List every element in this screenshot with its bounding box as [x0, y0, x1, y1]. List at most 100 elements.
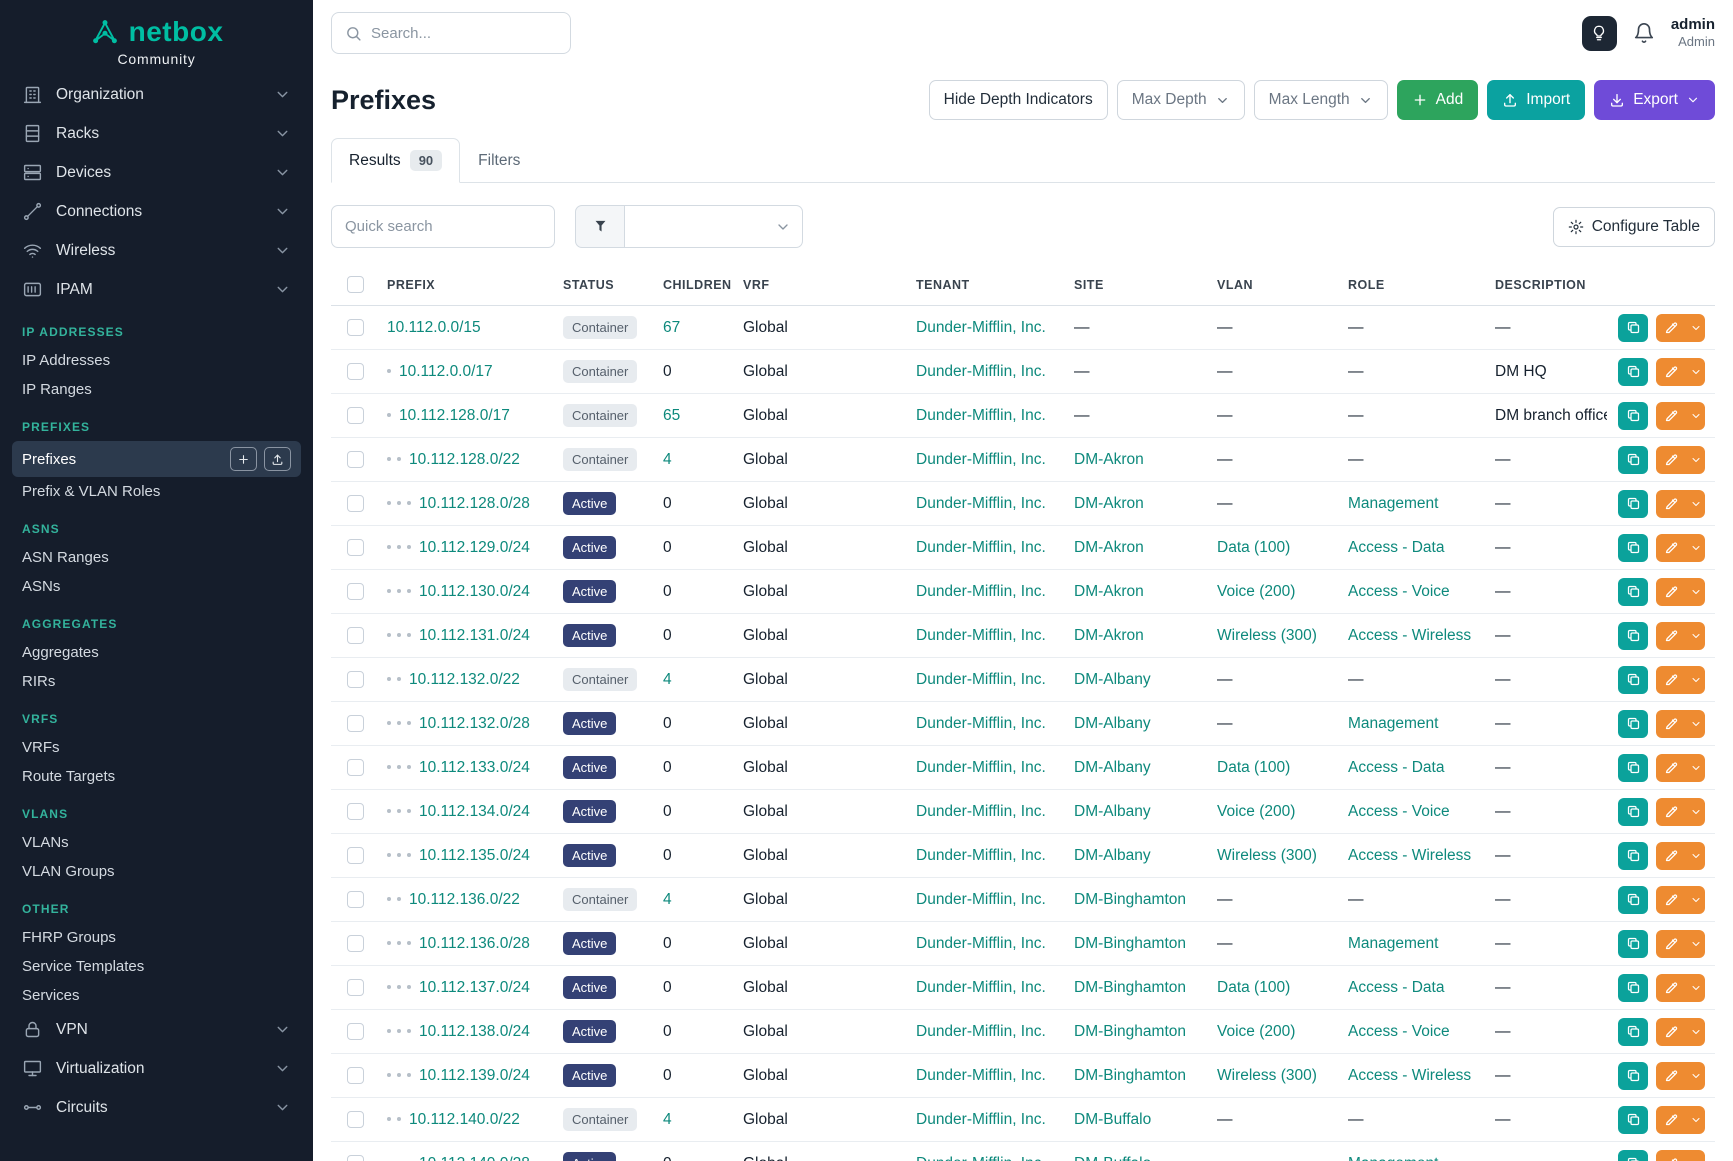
copy-button[interactable]: [1618, 842, 1648, 870]
site-link[interactable]: DM-Binghamton: [1074, 891, 1186, 908]
vlan-link[interactable]: Voice (200): [1217, 1023, 1295, 1040]
copy-button[interactable]: [1618, 534, 1648, 562]
edit-dropdown-toggle[interactable]: [1686, 1106, 1705, 1134]
tenant-link[interactable]: Dunder-Mifflin, Inc.: [916, 891, 1046, 908]
row-checkbox[interactable]: [347, 759, 364, 776]
prefix-link[interactable]: 10.112.140.0/22: [409, 1111, 520, 1128]
sidebar-item-connections[interactable]: Connections: [12, 192, 301, 231]
column-header-children[interactable]: CHILDREN: [653, 264, 733, 306]
global-search-box[interactable]: [331, 12, 571, 54]
tenant-link[interactable]: Dunder-Mifflin, Inc.: [916, 1067, 1046, 1084]
sidebar-item-devices[interactable]: Devices: [12, 153, 301, 192]
edit-button[interactable]: [1656, 842, 1686, 870]
site-link[interactable]: DM-Akron: [1074, 451, 1144, 468]
sidebar-link-ip-addresses[interactable]: IP Addresses: [12, 346, 301, 375]
copy-button[interactable]: [1618, 798, 1648, 826]
sidebar-item-organization[interactable]: Organization: [12, 75, 301, 114]
edit-dropdown-toggle[interactable]: [1686, 1018, 1705, 1046]
edit-button[interactable]: [1656, 622, 1686, 650]
edit-button[interactable]: [1656, 798, 1686, 826]
sidebar-link-rirs[interactable]: RIRs: [12, 667, 301, 696]
prefix-link[interactable]: 10.112.134.0/24: [419, 803, 530, 820]
edit-button[interactable]: [1656, 930, 1686, 958]
site-link[interactable]: DM-Binghamton: [1074, 1023, 1186, 1040]
column-header-prefix[interactable]: PREFIX: [377, 264, 553, 306]
row-checkbox[interactable]: [347, 1111, 364, 1128]
row-checkbox[interactable]: [347, 1155, 364, 1161]
edit-button[interactable]: [1656, 534, 1686, 562]
copy-button[interactable]: [1618, 578, 1648, 606]
user-menu[interactable]: admin Admin: [1671, 16, 1715, 51]
prefix-link[interactable]: 10.112.129.0/24: [419, 539, 530, 556]
tenant-link[interactable]: Dunder-Mifflin, Inc.: [916, 319, 1046, 336]
row-checkbox[interactable]: [347, 363, 364, 380]
tenant-link[interactable]: Dunder-Mifflin, Inc.: [916, 451, 1046, 468]
edit-dropdown-toggle[interactable]: [1686, 666, 1705, 694]
tenant-link[interactable]: Dunder-Mifflin, Inc.: [916, 803, 1046, 820]
column-header-vlan[interactable]: VLAN: [1207, 264, 1338, 306]
edit-button[interactable]: [1656, 490, 1686, 518]
children-count-link[interactable]: 4: [663, 451, 672, 468]
copy-button[interactable]: [1618, 930, 1648, 958]
prefix-link[interactable]: 10.112.136.0/22: [409, 891, 520, 908]
copy-button[interactable]: [1618, 1150, 1648, 1161]
role-link[interactable]: Access - Wireless: [1348, 847, 1471, 864]
copy-button[interactable]: [1618, 666, 1648, 694]
edit-dropdown-toggle[interactable]: [1686, 314, 1705, 342]
copy-button[interactable]: [1618, 1062, 1648, 1090]
edit-dropdown-toggle[interactable]: [1686, 842, 1705, 870]
row-checkbox[interactable]: [347, 495, 364, 512]
prefix-link[interactable]: 10.112.130.0/24: [419, 583, 530, 600]
tenant-link[interactable]: Dunder-Mifflin, Inc.: [916, 1155, 1046, 1161]
vlan-link[interactable]: Wireless (300): [1217, 627, 1317, 644]
role-link[interactable]: Management: [1348, 1155, 1438, 1161]
row-checkbox[interactable]: [347, 319, 364, 336]
tenant-link[interactable]: Dunder-Mifflin, Inc.: [916, 1111, 1046, 1128]
row-checkbox[interactable]: [347, 671, 364, 688]
edit-button[interactable]: [1656, 710, 1686, 738]
prefix-link[interactable]: 10.112.132.0/28: [419, 715, 530, 732]
vlan-link[interactable]: Wireless (300): [1217, 847, 1317, 864]
prefix-link[interactable]: 10.112.137.0/24: [419, 979, 530, 996]
site-link[interactable]: DM-Buffalo: [1074, 1155, 1151, 1161]
edit-button[interactable]: [1656, 754, 1686, 782]
edit-dropdown-toggle[interactable]: [1686, 710, 1705, 738]
row-checkbox[interactable]: [347, 891, 364, 908]
saved-filter-select[interactable]: [625, 205, 803, 248]
site-link[interactable]: DM-Binghamton: [1074, 935, 1186, 952]
edit-dropdown-toggle[interactable]: [1686, 402, 1705, 430]
sidebar-link-vrfs[interactable]: VRFs: [12, 733, 301, 762]
tenant-link[interactable]: Dunder-Mifflin, Inc.: [916, 979, 1046, 996]
max-length-dropdown[interactable]: Max Length: [1254, 80, 1388, 120]
sidebar-link-vlans[interactable]: VLANs: [12, 828, 301, 857]
edit-button[interactable]: [1656, 1106, 1686, 1134]
edit-button[interactable]: [1656, 314, 1686, 342]
edit-dropdown-toggle[interactable]: [1686, 1062, 1705, 1090]
vlan-link[interactable]: Voice (200): [1217, 583, 1295, 600]
column-header-site[interactable]: SITE: [1064, 264, 1207, 306]
site-link[interactable]: DM-Akron: [1074, 495, 1144, 512]
prefix-link[interactable]: 10.112.138.0/24: [419, 1023, 530, 1040]
children-count-link[interactable]: 65: [663, 407, 680, 424]
column-header-description[interactable]: DESCRIPTION: [1485, 264, 1607, 306]
edit-button[interactable]: [1656, 1150, 1686, 1161]
quick-search-input[interactable]: [331, 205, 555, 248]
tenant-link[interactable]: Dunder-Mifflin, Inc.: [916, 759, 1046, 776]
sidebar-import-button[interactable]: [264, 447, 291, 471]
tenant-link[interactable]: Dunder-Mifflin, Inc.: [916, 1023, 1046, 1040]
tenant-link[interactable]: Dunder-Mifflin, Inc.: [916, 935, 1046, 952]
copy-button[interactable]: [1618, 1018, 1648, 1046]
tab-filters[interactable]: Filters: [460, 138, 538, 183]
copy-button[interactable]: [1618, 1106, 1648, 1134]
sidebar-link-service-templates[interactable]: Service Templates: [12, 952, 301, 981]
brand[interactable]: netbox Community: [0, 0, 313, 67]
row-checkbox[interactable]: [347, 1023, 364, 1040]
copy-button[interactable]: [1618, 314, 1648, 342]
add-button[interactable]: Add: [1397, 80, 1479, 120]
prefix-link[interactable]: 10.112.136.0/28: [419, 935, 530, 952]
row-checkbox[interactable]: [347, 583, 364, 600]
edit-button[interactable]: [1656, 358, 1686, 386]
sidebar-item-virtualization[interactable]: Virtualization: [12, 1049, 301, 1088]
children-count-link[interactable]: 67: [663, 319, 680, 336]
vlan-link[interactable]: Data (100): [1217, 759, 1290, 776]
